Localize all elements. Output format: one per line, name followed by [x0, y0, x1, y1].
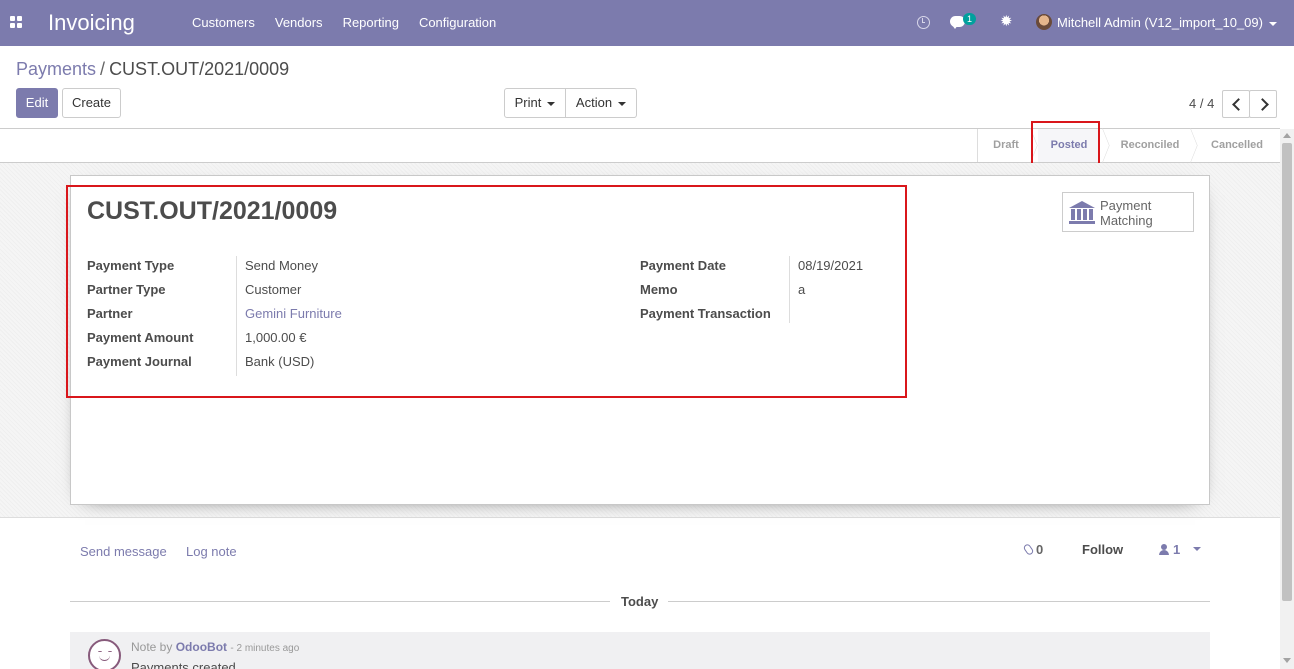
- payment-date-label: Payment Date: [640, 258, 726, 273]
- date-divider-label: Today: [621, 594, 659, 609]
- apps-menu-icon[interactable]: [10, 16, 23, 29]
- action-label: Action: [575, 95, 613, 110]
- partner-type-value: Customer: [245, 282, 302, 297]
- payment-matching-label: Payment Matching: [1100, 198, 1153, 228]
- breadcrumb: Payments / CUST.OUT/2021/0009: [16, 59, 289, 80]
- stage-cancelled[interactable]: Cancelled: [1196, 129, 1278, 162]
- menu-reporting[interactable]: Reporting: [333, 0, 409, 46]
- field-group-divider: [789, 256, 790, 323]
- payment-date-value: 08/19/2021: [798, 258, 864, 273]
- stage-separator: [1026, 129, 1038, 162]
- bank-icon: [1069, 201, 1095, 225]
- action-caret-icon: [618, 101, 627, 106]
- message-body: Payments created: [131, 660, 236, 669]
- user-caret-icon: [1268, 21, 1277, 26]
- app-brand[interactable]: Invoicing: [48, 10, 135, 36]
- followers-button[interactable]: 1: [1159, 542, 1180, 557]
- send-message-button[interactable]: Send message: [80, 544, 167, 559]
- payment-amount-value: 1,000.00 €: [245, 330, 307, 345]
- breadcrumb-separator: /: [100, 59, 106, 79]
- print-label: Print: [514, 95, 542, 110]
- field-group-divider: [236, 256, 237, 376]
- attachment-count: 0: [1036, 542, 1044, 557]
- payment-journal-value: Bank (USD): [245, 354, 315, 369]
- payment-matching-button[interactable]: Payment Matching: [1062, 192, 1194, 232]
- date-divider-line: [668, 601, 1210, 602]
- log-note-button[interactable]: Log note: [186, 544, 237, 559]
- partner-label: Partner: [87, 306, 133, 321]
- menu-vendors[interactable]: Vendors: [265, 0, 333, 46]
- record-title: CUST.OUT/2021/0009: [87, 197, 338, 225]
- message-time: - 2 minutes ago: [230, 643, 300, 654]
- follow-button[interactable]: Follow: [1082, 542, 1123, 557]
- menu-customers[interactable]: Customers: [182, 0, 265, 46]
- followers-count: 1: [1173, 542, 1181, 557]
- pager-next-button[interactable]: [1249, 90, 1277, 118]
- stage-reconciled[interactable]: Reconciled: [1108, 129, 1192, 162]
- breadcrumb-current: CUST.OUT/2021/0009: [109, 59, 290, 79]
- breadcrumb-payments[interactable]: Payments: [16, 59, 96, 79]
- user-name: Mitchell Admin (V12_import_10_09): [1057, 15, 1263, 30]
- memo-value: a: [798, 282, 806, 297]
- vertical-scrollbar[interactable]: [1280, 129, 1294, 669]
- top-navbar: Invoicing Customers Vendors Reporting Co…: [0, 0, 1294, 46]
- scrollbar-thumb[interactable]: [1282, 143, 1292, 601]
- print-dropdown[interactable]: Print: [504, 88, 566, 118]
- attachments-button[interactable]: 0: [1022, 542, 1044, 557]
- message-author[interactable]: OdooBot: [176, 640, 227, 654]
- create-button[interactable]: Create: [62, 88, 121, 118]
- user-avatar[interactable]: [1036, 14, 1052, 30]
- payment-type-label: Payment Type: [87, 258, 175, 273]
- stage-posted[interactable]: Posted: [1038, 129, 1100, 162]
- menu-configuration[interactable]: Configuration: [409, 0, 506, 46]
- scroll-down-icon[interactable]: [1283, 658, 1291, 663]
- pager-value[interactable]: 4 / 4: [1189, 96, 1214, 111]
- odoobot-avatar: [88, 639, 121, 669]
- message-header: Note by OdooBot - 2 minutes ago: [131, 640, 299, 654]
- message-prefix: Note by: [131, 640, 173, 654]
- payment-type-value: Send Money: [245, 258, 318, 273]
- payment-transaction-label: Payment Transaction: [640, 306, 771, 321]
- user-menu[interactable]: Mitchell Admin (V12_import_10_09): [1057, 15, 1277, 30]
- date-divider-line: [70, 601, 610, 602]
- partner-link[interactable]: Gemini Furniture: [245, 306, 342, 321]
- message-count-badge: 1: [963, 13, 976, 25]
- print-caret-icon: [547, 101, 556, 106]
- payment-journal-label: Payment Journal: [87, 354, 192, 369]
- edit-button[interactable]: Edit: [16, 88, 58, 118]
- debug-bug-icon[interactable]: ✹: [1000, 14, 1013, 29]
- main-menu: Customers Vendors Reporting Configuratio…: [182, 0, 506, 46]
- payment-amount-label: Payment Amount: [87, 330, 194, 345]
- statusbar-divider: [977, 129, 978, 162]
- user-icon: [1159, 544, 1169, 555]
- pager-previous-button[interactable]: [1222, 90, 1250, 118]
- scroll-up-icon[interactable]: [1283, 133, 1291, 138]
- paperclip-icon: [1022, 542, 1035, 557]
- memo-label: Memo: [640, 282, 678, 297]
- followers-caret-icon[interactable]: [1193, 547, 1201, 551]
- action-dropdown[interactable]: Action: [565, 88, 637, 118]
- partner-type-label: Partner Type: [87, 282, 166, 297]
- activity-clock-icon[interactable]: [917, 16, 930, 29]
- form-statusbar: Draft Posted Reconciled Cancelled: [0, 129, 1280, 163]
